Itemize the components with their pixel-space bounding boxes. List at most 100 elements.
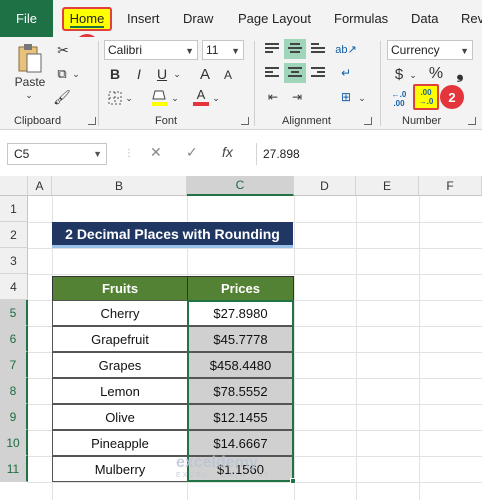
font-color-icon[interactable]: A [192, 87, 210, 107]
tab-file[interactable]: File [0, 0, 53, 37]
tab-home-label: Home [69, 10, 105, 28]
more-options-icon[interactable]: ⋮ [124, 148, 134, 159]
price-cell[interactable]: $78.5552 [187, 378, 294, 404]
format-painter-icon[interactable]: 🖌 [53, 87, 71, 107]
chevron-down-icon: ▼ [185, 46, 194, 56]
row-header-5[interactable]: 5 [0, 300, 28, 326]
tab-data[interactable]: Data [411, 0, 438, 37]
increase-decimal-bottom: →.0 [418, 97, 434, 106]
price-cell[interactable]: $45.7778 [187, 326, 294, 352]
middle-align-button[interactable] [284, 39, 306, 59]
tab-page-layout[interactable]: Page Layout [238, 0, 311, 37]
fruit-cell[interactable]: Grapefruit [52, 326, 188, 352]
tab-home[interactable]: Home [62, 7, 112, 31]
separator [254, 41, 255, 126]
comma-style-icon[interactable]: ❟ [452, 62, 468, 82]
number-launcher-icon[interactable] [468, 117, 476, 125]
increase-font-size-icon[interactable]: A [196, 65, 214, 83]
column-header-a[interactable]: A [28, 176, 52, 196]
merge-center-icon[interactable]: ⊞ [335, 87, 357, 107]
cut-icon[interactable]: ✂ [54, 40, 72, 60]
top-align-button[interactable] [261, 39, 283, 59]
header-cell-fruits[interactable]: Fruits [52, 276, 188, 301]
font-name-select[interactable]: Calibri ▼ [104, 40, 198, 60]
fruit-cell[interactable]: Olive [52, 404, 188, 430]
fruit-cell[interactable]: Grapes [52, 352, 188, 378]
column-header-f[interactable]: F [419, 176, 482, 196]
row-header-2[interactable]: 2 [0, 222, 28, 248]
paste-button[interactable]: Paste [10, 75, 50, 89]
price-cell-active[interactable]: $27.8980 [187, 300, 294, 326]
alignment-launcher-icon[interactable] [364, 117, 372, 125]
copy-icon[interactable]: ⧉ [53, 64, 71, 84]
chevron-down-icon: ▼ [460, 46, 469, 56]
accounting-dropdown-icon[interactable]: ⌄ [408, 66, 418, 84]
name-box[interactable]: C5 ▼ [7, 143, 107, 165]
number-format-select[interactable]: Currency ▼ [387, 40, 473, 60]
select-all-corner[interactable] [0, 176, 28, 196]
formula-input[interactable]: 27.898 [256, 143, 482, 165]
row-header-9[interactable]: 9 [0, 404, 28, 430]
tab-draw[interactable]: Draw [183, 0, 213, 37]
row-header-10[interactable]: 10 [0, 430, 28, 456]
price-cell[interactable]: $12.1455 [187, 404, 294, 430]
paste-icon[interactable] [14, 41, 46, 75]
row-header-1[interactable]: 1 [0, 196, 28, 222]
number-group-label: Number [402, 115, 442, 127]
insert-function-icon[interactable]: fx [222, 144, 233, 160]
cancel-icon[interactable]: ✕ [150, 144, 162, 161]
bottom-align-button[interactable] [307, 39, 329, 59]
merge-dropdown-icon[interactable]: ⌄ [357, 89, 367, 107]
orientation-icon[interactable]: ab↗ [335, 39, 357, 59]
row-header-3[interactable]: 3 [0, 248, 28, 274]
wrap-text-icon[interactable]: ↵ [335, 63, 357, 83]
row-header-4[interactable]: 4 [0, 274, 28, 300]
bold-button[interactable]: B [106, 65, 124, 83]
increase-indent-icon[interactable]: ⇥ [287, 87, 307, 107]
percent-style-icon[interactable]: % [426, 64, 446, 84]
font-size-select[interactable]: 11 ▼ [202, 40, 244, 60]
fill-handle[interactable] [290, 478, 296, 484]
column-header-c[interactable]: C [187, 176, 294, 196]
tab-formulas[interactable]: Formulas [334, 0, 388, 37]
paste-dropdown-icon[interactable]: ⌄ [22, 90, 36, 100]
decrease-font-size-icon[interactable]: A [220, 67, 236, 83]
underline-button[interactable]: U [153, 65, 171, 83]
font-launcher-icon[interactable] [241, 117, 249, 125]
borders-icon[interactable] [106, 89, 124, 107]
row-header-7[interactable]: 7 [0, 352, 28, 378]
header-cell-prices[interactable]: Prices [187, 276, 294, 301]
copy-dropdown-icon[interactable]: ⌄ [71, 66, 81, 82]
tab-insert[interactable]: Insert [127, 0, 160, 37]
underline-dropdown-icon[interactable]: ⌄ [172, 65, 182, 83]
fruit-cell[interactable]: Lemon [52, 378, 188, 404]
fruit-cell[interactable]: Mulberry [52, 456, 188, 482]
increase-decimal-button[interactable]: .00 →.0 [413, 84, 439, 110]
clipboard-launcher-icon[interactable] [88, 117, 96, 125]
decrease-indent-icon[interactable]: ⇤ [263, 87, 283, 107]
row-header-6[interactable]: 6 [0, 326, 28, 352]
decrease-decimal-icon[interactable]: ←.0.00 [388, 88, 410, 110]
column-header-b[interactable]: B [52, 176, 187, 196]
price-cell[interactable]: $458.4480 [187, 352, 294, 378]
borders-dropdown-icon[interactable]: ⌄ [124, 89, 134, 107]
fruit-cell[interactable]: Pineapple [52, 430, 188, 456]
fruit-cell[interactable]: Cherry [52, 300, 188, 326]
enter-icon[interactable]: ✓ [186, 144, 198, 161]
accounting-format-icon[interactable]: $ [390, 64, 408, 84]
row-header-8[interactable]: 8 [0, 378, 28, 404]
column-header-d[interactable]: D [294, 176, 356, 196]
fill-color-dropdown-icon[interactable]: ⌄ [170, 89, 180, 107]
font-color-dropdown-icon[interactable]: ⌄ [211, 89, 221, 107]
align-right-button[interactable] [307, 63, 329, 83]
align-left-button[interactable] [261, 63, 283, 83]
ribbon: Paste ⌄ ✂ ⧉ ⌄ 🖌 Clipboard Calibri ▼ 11 ▼ B… [0, 37, 482, 130]
price-cell[interactable]: $14.6667 [187, 430, 294, 456]
tab-review[interactable]: Rev [461, 0, 482, 37]
column-header-e[interactable]: E [356, 176, 419, 196]
italic-button[interactable]: I [130, 65, 148, 83]
sheet-title-cell[interactable]: 2 Decimal Places with Rounding [52, 222, 293, 248]
align-center-button[interactable] [284, 63, 306, 83]
row-header-11[interactable]: 11 [0, 456, 28, 482]
fill-color-icon[interactable] [150, 87, 170, 107]
